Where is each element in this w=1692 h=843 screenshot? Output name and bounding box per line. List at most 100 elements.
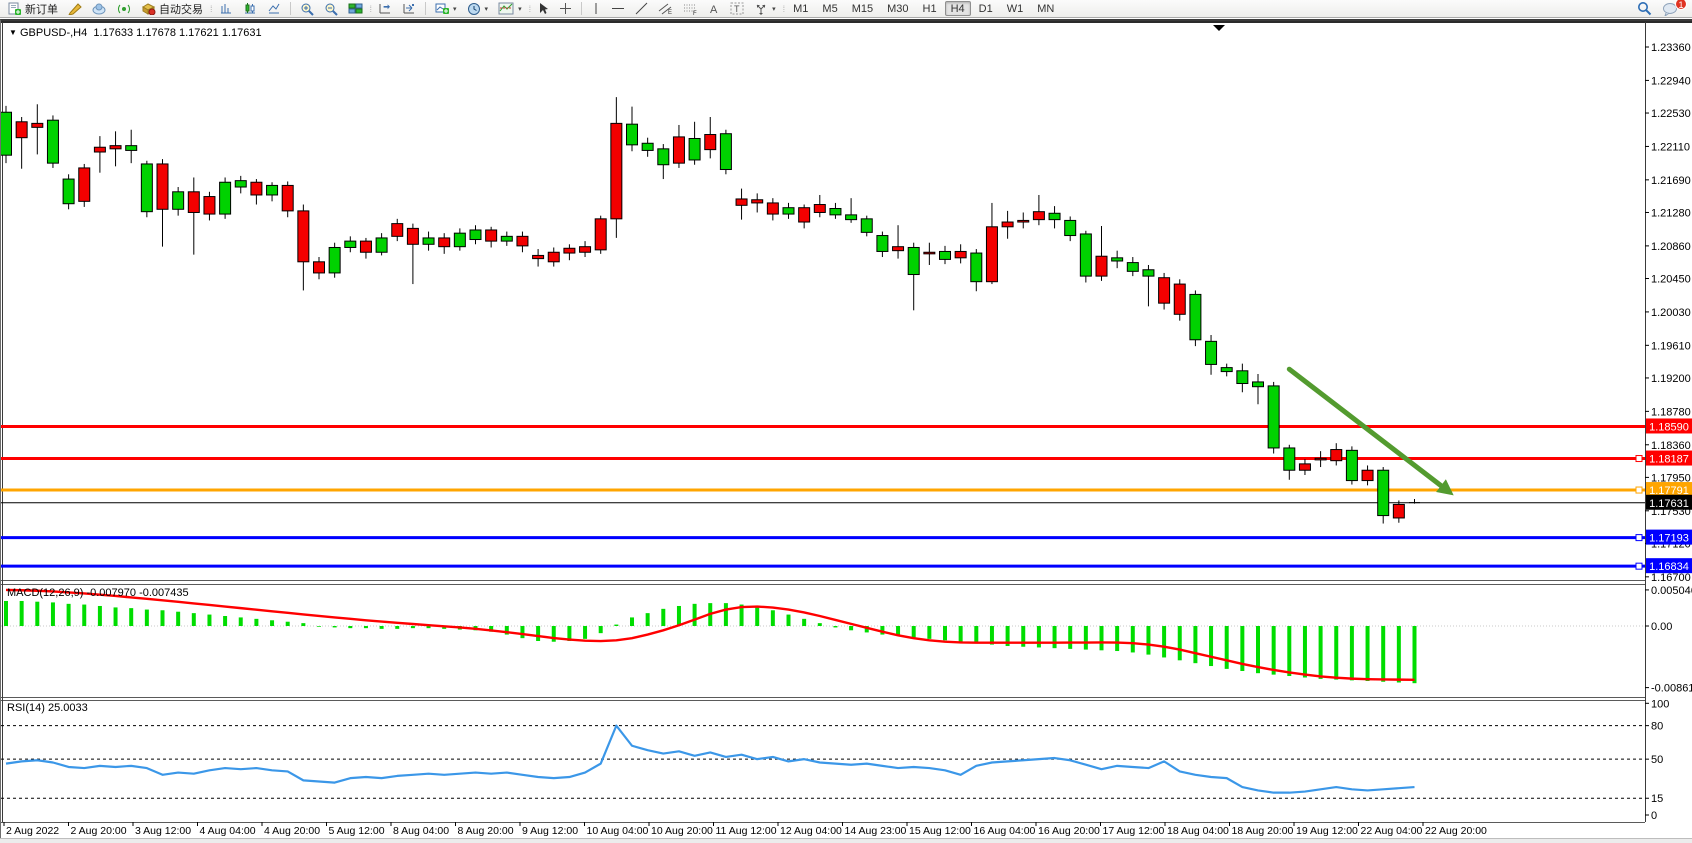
svg-text:1.22940: 1.22940 — [1651, 75, 1691, 87]
publish-button[interactable] — [88, 1, 111, 17]
period-clock-button[interactable]: ▾ — [463, 1, 493, 17]
tab-timeframe-mn[interactable]: MN — [1031, 1, 1060, 16]
rsi-indicator-label: RSI(14) 25.0033 — [7, 702, 88, 714]
signals-button[interactable] — [113, 1, 135, 17]
svg-text:18 Aug 04:00: 18 Aug 04:00 — [1167, 825, 1229, 837]
label-tool-button[interactable]: T — [726, 1, 748, 17]
signals-icon — [117, 2, 131, 15]
svg-text:1.20030: 1.20030 — [1651, 307, 1691, 319]
candlestick-chart-button[interactable] — [239, 1, 261, 17]
trendline-tool-button[interactable] — [631, 1, 652, 17]
template-button[interactable]: ▾ — [494, 1, 526, 17]
line-chart-button[interactable] — [263, 1, 285, 17]
crosshair-tool-button[interactable] — [555, 1, 576, 17]
candle-body — [314, 262, 325, 273]
text-icon: A — [708, 2, 720, 15]
zoom-in-button[interactable] — [296, 1, 318, 17]
autotrading-label: 自动交易 — [159, 1, 203, 17]
candle-body — [126, 146, 137, 151]
candle-body — [548, 252, 559, 262]
candle-body — [79, 168, 90, 201]
candle-body — [705, 135, 716, 150]
mql-editor-button[interactable] — [64, 1, 86, 17]
tab-timeframe-w1[interactable]: W1 — [1001, 1, 1030, 16]
candle-body — [736, 199, 747, 205]
candle-body — [1080, 234, 1091, 276]
tab-timeframe-h4[interactable]: H4 — [945, 1, 971, 16]
collapse-triangle-icon[interactable]: ▼ — [9, 28, 17, 37]
tile-windows-button[interactable] — [344, 1, 367, 17]
candle-body — [1127, 263, 1138, 272]
chart-shift-button[interactable] — [374, 1, 396, 17]
chart-canvas[interactable]: 1.233601.229401.225301.221101.216901.212… — [1, 21, 1692, 840]
channel-icon: E — [658, 2, 673, 15]
candle-body — [783, 208, 794, 214]
candle-body — [454, 233, 465, 247]
horizontal-line-tool-button[interactable] — [607, 1, 629, 17]
zoom-out-button[interactable] — [320, 1, 342, 17]
toolbar-separator — [290, 2, 291, 15]
vertical-line-tool-button[interactable] — [587, 1, 605, 17]
arrows-tool-button[interactable]: ▾ — [750, 1, 780, 17]
hline-handle — [1636, 487, 1642, 493]
toolbar-separator — [581, 2, 582, 15]
template-icon — [498, 2, 514, 15]
toolbar-separator — [425, 2, 426, 15]
candle-body — [1346, 450, 1357, 480]
line-chart-icon — [267, 2, 281, 15]
candle-body — [767, 203, 778, 214]
tile-windows-icon — [348, 2, 363, 15]
auto-scroll-button[interactable] — [398, 1, 420, 17]
cursor-tool-button[interactable] — [533, 1, 553, 17]
time-axis[interactable]: 2 Aug 20222 Aug 20:003 Aug 12:004 Aug 04… — [4, 822, 1487, 837]
candle-body — [1253, 382, 1264, 387]
candle-body — [1221, 368, 1232, 372]
macd-indicator-label: MACD(12,26,9) -0.007970 -0.007435 — [7, 587, 189, 599]
candle-body — [595, 219, 606, 250]
candle-body — [173, 192, 184, 210]
candle-body — [1268, 386, 1279, 448]
candle-body — [533, 255, 544, 258]
bar-chart-button[interactable] — [215, 1, 237, 17]
crosshair-icon — [559, 2, 572, 15]
new-order-button[interactable]: 新订单 — [4, 1, 62, 17]
new-order-icon — [8, 2, 22, 16]
price-badge-label: 1.18590 — [1649, 421, 1689, 433]
tab-timeframe-m30[interactable]: M30 — [881, 1, 914, 16]
svg-text:1.22110: 1.22110 — [1651, 141, 1690, 153]
candle-body — [1378, 470, 1389, 515]
svg-text:1.18780: 1.18780 — [1651, 406, 1691, 418]
text-tool-button[interactable]: A — [704, 1, 724, 17]
svg-text:1.19610: 1.19610 — [1651, 340, 1691, 352]
svg-text:16 Aug 04:00: 16 Aug 04:00 — [974, 825, 1036, 837]
tab-timeframe-m15[interactable]: M15 — [846, 1, 879, 16]
new-chart-button[interactable]: ▾ — [431, 1, 461, 17]
svg-text:22 Aug 20:00: 22 Aug 20:00 — [1425, 825, 1487, 837]
candle-body — [188, 192, 199, 213]
toolbar-grip: ⁞ — [210, 4, 212, 14]
dropdown-caret: ▾ — [772, 5, 776, 13]
candle-body — [407, 228, 418, 244]
fibonacci-tool-button[interactable]: F — [679, 1, 702, 17]
candle-body — [986, 227, 997, 282]
candle-body — [814, 205, 825, 213]
notifications-button[interactable]: 1 — [1658, 1, 1682, 17]
toolbar-grip: ⁞ — [370, 4, 372, 14]
tab-timeframe-m5[interactable]: M5 — [816, 1, 843, 16]
tab-timeframe-h1[interactable]: H1 — [917, 1, 943, 16]
tab-timeframe-m1[interactable]: M1 — [787, 1, 814, 16]
toolbar-grip: ⁞ — [783, 4, 785, 14]
svg-text:8 Aug 20:00: 8 Aug 20:00 — [458, 825, 514, 837]
candle-body — [1206, 341, 1217, 364]
autotrading-button[interactable]: 自动交易 — [137, 1, 207, 17]
search-button[interactable] — [1633, 1, 1656, 17]
candle-body — [1299, 464, 1310, 470]
candle-body — [877, 236, 888, 252]
chart-symbol-period: GBPUSD-,H4 — [20, 27, 87, 39]
vertical-line-icon — [591, 2, 601, 15]
tab-timeframe-d1[interactable]: D1 — [973, 1, 999, 16]
candle-body — [830, 208, 841, 214]
candle-body — [924, 252, 935, 254]
channel-tool-button[interactable]: E — [654, 1, 677, 17]
candle-body — [1174, 284, 1185, 314]
